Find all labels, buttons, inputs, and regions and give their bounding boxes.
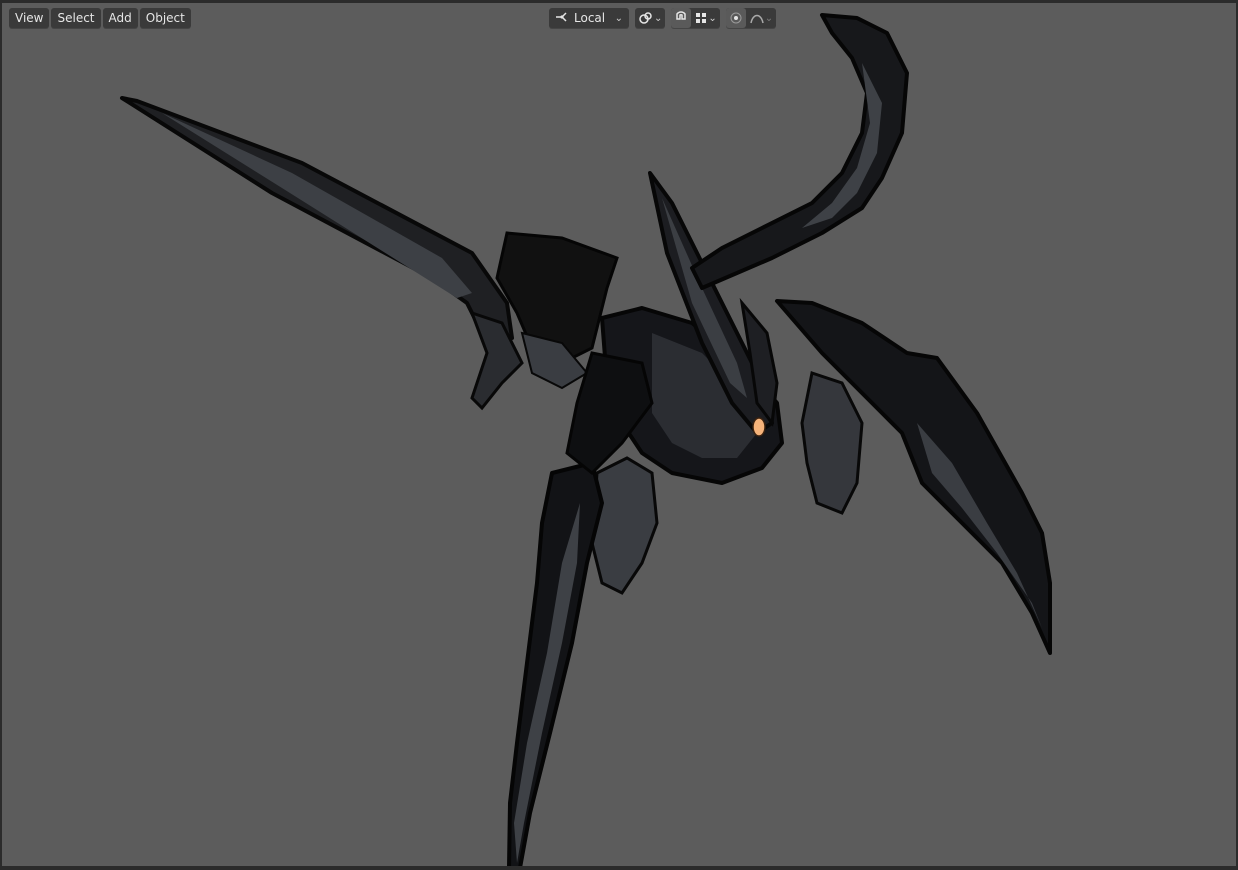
snap-grid-icon[interactable]: ⌄ [691,8,719,28]
transform-pivot-icon [555,11,569,26]
proportional-edit-icon[interactable] [726,8,746,28]
creature-render [2,3,1238,870]
3d-viewport[interactable]: View Select Add Object Local ⌄ [0,0,1238,870]
snap-link-icon[interactable]: ⌄ [635,8,665,28]
transform-orientation-group: Local ⌄ [549,8,629,28]
chevron-down-icon: ⌄ [654,13,662,24]
chevron-down-icon: ⌄ [708,13,716,24]
transform-orientation-value: Local [574,11,605,25]
object-menu-button[interactable]: Object [140,8,191,28]
select-menu-button[interactable]: Select [51,8,100,28]
chevron-down-icon: ⌄ [615,13,623,24]
snapping-group: ⌄ [671,8,719,28]
transform-orientation-dropdown[interactable]: Local ⌄ [549,11,629,26]
falloff-curve-icon[interactable]: ⌄ [746,8,776,28]
view-menu-button[interactable]: View [9,8,49,28]
header-menu: View Select Add Object [9,8,191,28]
pivot-link-group: ⌄ [635,8,665,28]
add-menu-button[interactable]: Add [103,8,138,28]
proportional-edit-group: ⌄ [726,8,776,28]
chevron-down-icon: ⌄ [765,13,773,24]
magnet-icon[interactable] [671,8,691,28]
viewport-toolbar: Local ⌄ ⌄ [549,8,776,28]
